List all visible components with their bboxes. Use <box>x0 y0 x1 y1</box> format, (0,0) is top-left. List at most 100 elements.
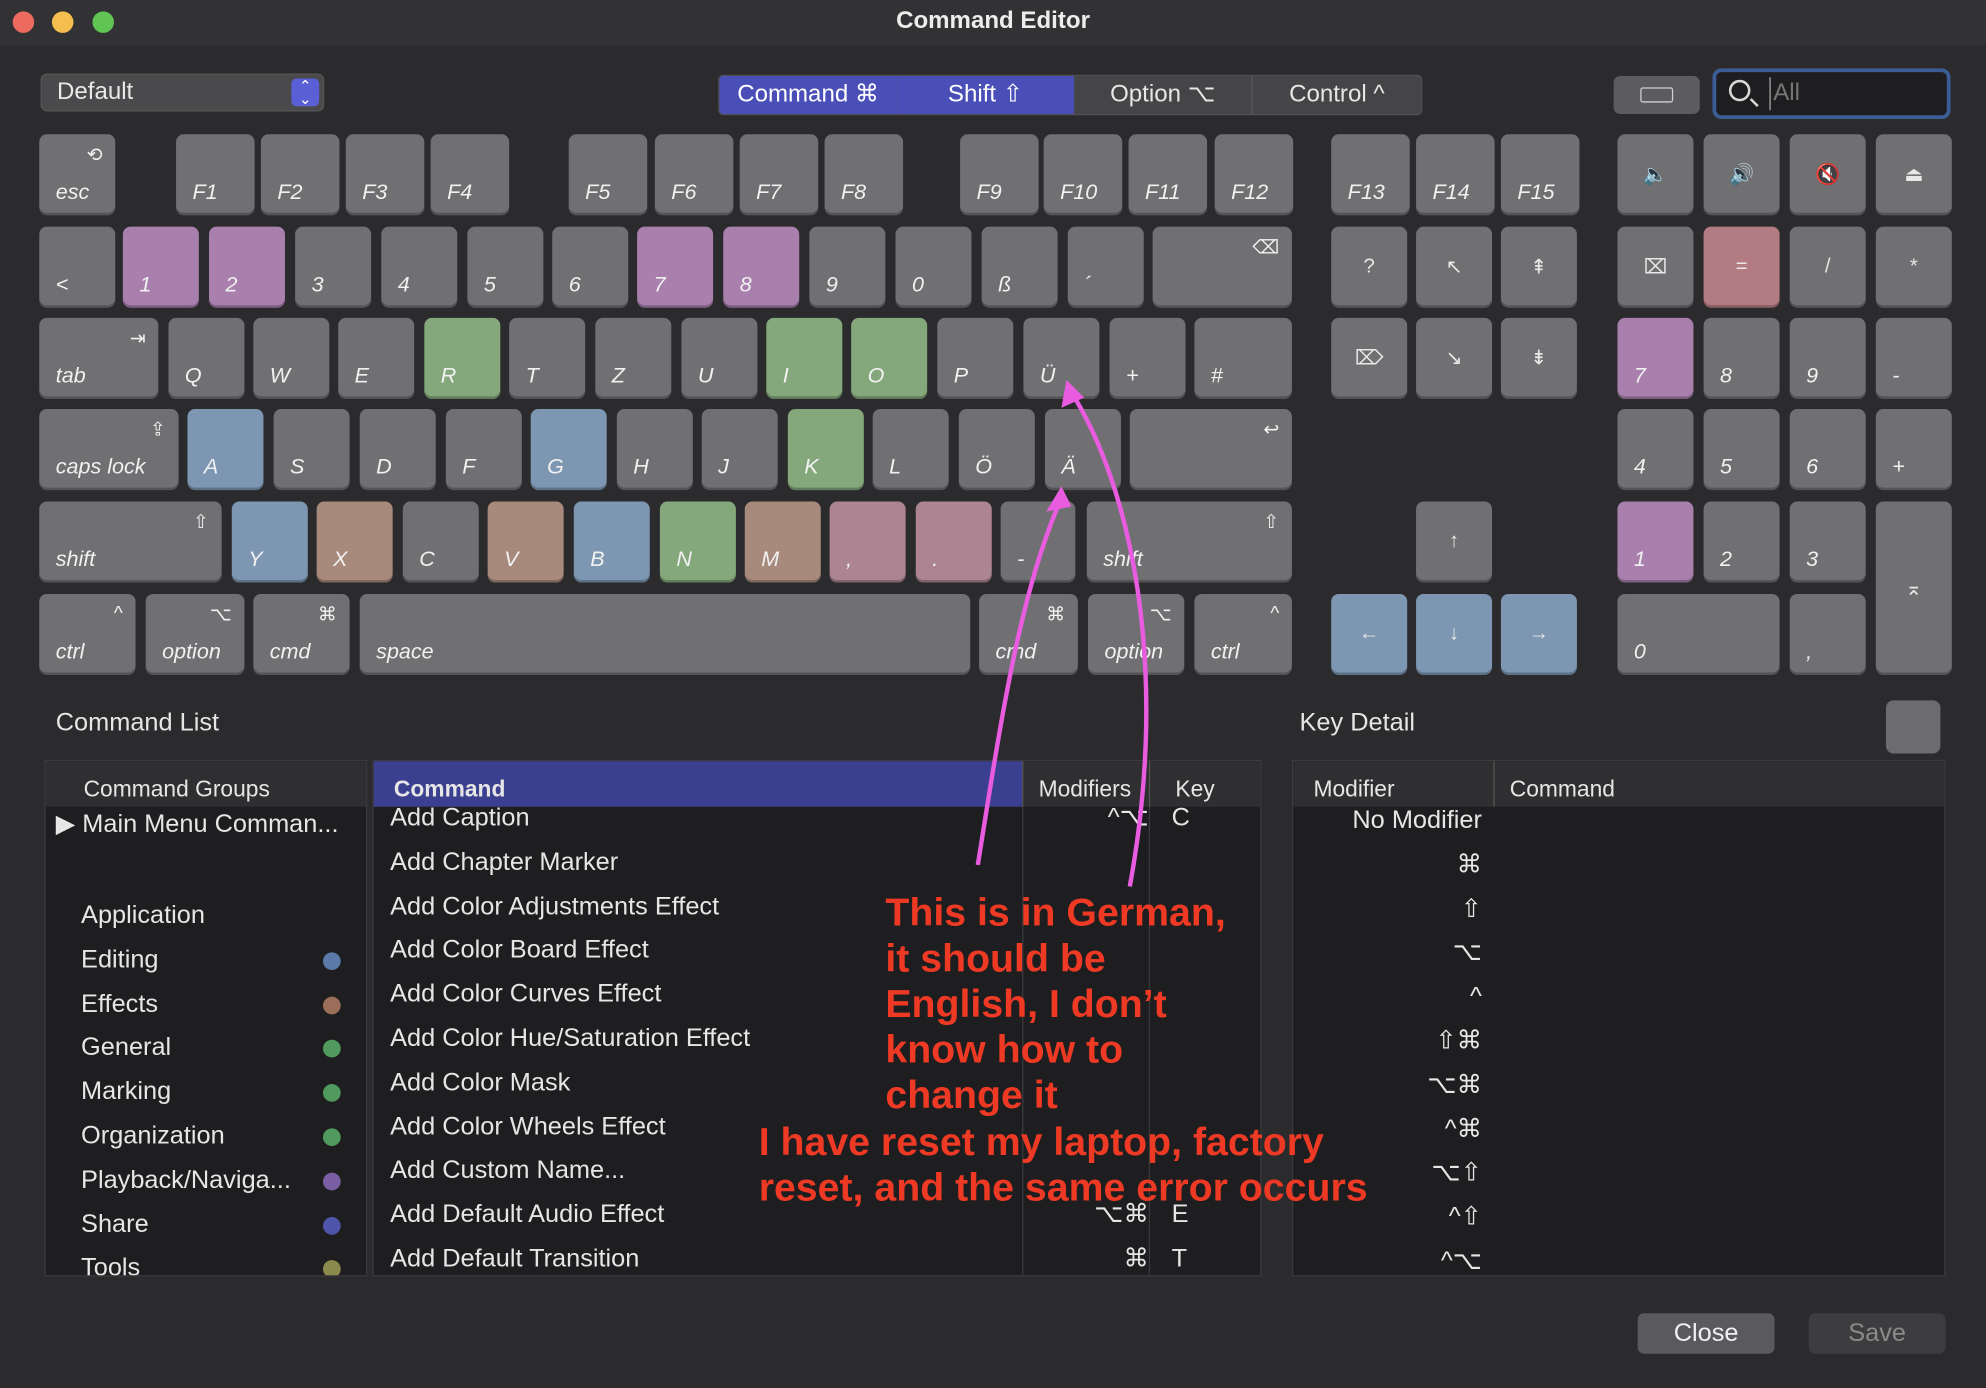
numpad-key-15[interactable]: 0 <box>1617 593 1780 675</box>
command-group-item[interactable]: Marking <box>46 1069 366 1113</box>
key-,[interactable]: , <box>829 501 906 583</box>
key-f4[interactable]: F4 <box>430 134 510 216</box>
command-group-item[interactable]: Editing <box>46 937 366 981</box>
key-R[interactable]: R <box>424 317 501 399</box>
numpad-key-1[interactable]: = <box>1703 226 1780 308</box>
key-6[interactable]: 6 <box>552 226 629 308</box>
key-f11[interactable]: F11 <box>1128 134 1208 216</box>
key-N[interactable]: N <box>659 501 736 583</box>
key-f14[interactable]: F14 <box>1416 134 1495 216</box>
key-Z[interactable]: Z <box>595 317 672 399</box>
nav-key-9[interactable]: → <box>1500 593 1577 675</box>
command-group-item[interactable]: Playback/Naviga... <box>46 1157 366 1201</box>
nav-key-0[interactable]: ? <box>1331 226 1408 308</box>
nav-key-1[interactable]: ↖ <box>1416 226 1493 308</box>
key-detail-row[interactable]: ^⇧ <box>1293 1198 1944 1242</box>
key-option-right[interactable]: option ⌥ <box>1088 593 1185 675</box>
nav-key-4[interactable]: ↘ <box>1416 317 1493 399</box>
key-detail-row[interactable]: ^⌘ <box>1293 1110 1944 1154</box>
numpad-key-12[interactable]: 1 <box>1617 501 1694 583</box>
modifier-option-button[interactable]: Option ⌥ <box>1074 76 1251 114</box>
key-detail-row[interactable]: ^⌥ <box>1293 1242 1944 1275</box>
key-f13[interactable]: F13 <box>1331 134 1410 216</box>
key-9[interactable]: 9 <box>809 226 886 308</box>
media-key-2[interactable]: 🔇 <box>1789 134 1866 216</box>
preset-popup[interactable]: Default ⌃ ⌄ <box>40 73 325 112</box>
key-f15[interactable]: F15 <box>1500 134 1580 216</box>
key-space[interactable]: space <box>359 593 971 675</box>
media-key-0[interactable]: 🔈 <box>1617 134 1694 216</box>
key-0[interactable]: 0 <box>895 226 972 308</box>
key-detail-row[interactable]: ⌥⇧ <box>1293 1154 1944 1198</box>
key-Ä[interactable]: Ä <box>1044 409 1121 491</box>
key-f3[interactable]: F3 <box>345 134 425 216</box>
key-V[interactable]: V <box>487 501 564 583</box>
key-Y[interactable]: Y <box>231 501 308 583</box>
key-f6[interactable]: F6 <box>654 134 734 216</box>
column-header-modifier[interactable]: Modifier <box>1313 761 1394 807</box>
key-detail-row[interactable]: ⇧ <box>1293 890 1944 934</box>
numpad-key-3[interactable]: * <box>1875 226 1952 308</box>
modifier-command-button[interactable]: Command ⌘ <box>719 75 897 114</box>
command-group-item[interactable]: Tools <box>46 1245 366 1276</box>
numpad-key-16[interactable]: , <box>1789 593 1866 675</box>
modifier-shift-button[interactable]: Shift ⇧ <box>896 75 1075 114</box>
key-K[interactable]: K <box>787 409 864 491</box>
key-´[interactable]: ´ <box>1067 226 1144 308</box>
key-esc[interactable]: esc ⟲ <box>39 134 116 216</box>
key-f9[interactable]: F9 <box>960 134 1039 216</box>
command-group-item[interactable]: Organization <box>46 1113 366 1157</box>
numpad-key-6[interactable]: 9 <box>1789 317 1866 399</box>
key-return[interactable]: ↩ <box>1129 409 1292 491</box>
key-D[interactable]: D <box>359 409 436 491</box>
numpad-key-9[interactable]: 5 <box>1703 409 1780 491</box>
key-5[interactable]: 5 <box>467 226 544 308</box>
key-hash[interactable]: # <box>1194 317 1292 399</box>
command-row[interactable]: Add Default Transition ⌘ T <box>374 1240 1261 1275</box>
keyboard-toggle-button[interactable] <box>1613 75 1700 114</box>
column-header-detail-command[interactable]: Command <box>1493 761 1883 807</box>
nav-key-3[interactable]: ⌦ <box>1331 317 1408 399</box>
key-C[interactable]: C <box>402 501 479 583</box>
key--[interactable]: - <box>1000 501 1076 583</box>
key-f10[interactable]: F10 <box>1043 134 1123 216</box>
key-L[interactable]: L <box>872 409 949 491</box>
key-shift-left[interactable]: shift ⇧ <box>39 501 222 583</box>
key-f8[interactable]: F8 <box>824 134 904 216</box>
command-group-item[interactable]: Share <box>46 1201 366 1245</box>
key-P[interactable]: P <box>937 317 1014 399</box>
numpad-key-11[interactable]: + <box>1875 409 1952 491</box>
key-f12[interactable]: F12 <box>1214 134 1294 216</box>
key-f1[interactable]: F1 <box>176 134 255 216</box>
key-tab[interactable]: tab ⇥ <box>39 317 159 399</box>
key-M[interactable]: M <box>744 501 821 583</box>
key-A[interactable]: A <box>187 409 264 491</box>
numpad-key-10[interactable]: 6 <box>1789 409 1866 491</box>
key-T[interactable]: T <box>509 317 586 399</box>
key-detail-row[interactable]: ⌘ <box>1293 846 1944 890</box>
key-detail-row[interactable]: No Modifier <box>1293 802 1944 846</box>
key-H[interactable]: H <box>616 409 693 491</box>
search-field[interactable] <box>1712 68 1951 120</box>
key-U[interactable]: U <box>681 317 758 399</box>
key-backspace[interactable]: ⌫ <box>1152 226 1292 308</box>
key-+[interactable]: + <box>1109 317 1186 399</box>
key-caps-lock[interactable]: caps lock ⇪ <box>39 409 179 491</box>
numpad-key-7[interactable]: - <box>1875 317 1952 399</box>
key-cmd-right[interactable]: cmd ⌘ <box>979 593 1078 675</box>
command-group-item[interactable]: Application <box>46 893 366 937</box>
command-groups-header-label[interactable]: Command Groups <box>84 761 270 807</box>
nav-key-6[interactable]: ↑ <box>1416 501 1493 583</box>
numpad-key-17[interactable]: ⌅ <box>1875 501 1952 675</box>
numpad-key-2[interactable]: / <box>1789 226 1866 308</box>
key-Ö[interactable]: Ö <box>958 409 1035 491</box>
key-Ü[interactable]: Ü <box>1023 317 1100 399</box>
command-row[interactable]: Add Chapter Marker <box>374 843 1261 887</box>
key-ß[interactable]: ß <box>981 226 1058 308</box>
key-option-left[interactable]: option ⌥ <box>145 593 245 675</box>
modifier-control-button[interactable]: Control ^ <box>1251 75 1421 114</box>
key-detail-row[interactable]: ⌥ <box>1293 934 1944 978</box>
command-group-item[interactable]: General <box>46 1025 366 1069</box>
key-J[interactable]: J <box>701 409 778 491</box>
key-X[interactable]: X <box>316 501 393 583</box>
